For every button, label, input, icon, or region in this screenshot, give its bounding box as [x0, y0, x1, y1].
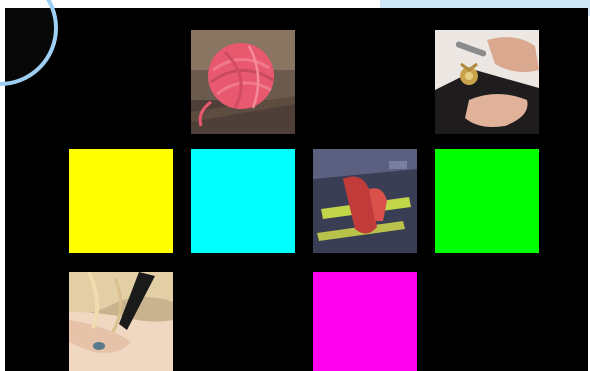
game-board	[5, 8, 588, 371]
tile-photo-yarn[interactable]	[191, 30, 295, 134]
tile-color-green[interactable]	[435, 149, 539, 253]
blonde-child-image	[69, 272, 173, 371]
tile-photo-firefighter[interactable]	[313, 149, 417, 253]
tile-color-yellow[interactable]	[69, 149, 173, 253]
tile-photo-child[interactable]	[69, 272, 173, 371]
tile-photo-medal[interactable]	[435, 30, 539, 134]
tile-color-cyan[interactable]	[191, 149, 295, 253]
firefighter-image	[313, 149, 417, 253]
game-screen	[0, 0, 590, 371]
yarn-ball-image	[191, 30, 295, 134]
hands-medal-image	[435, 30, 539, 134]
tile-color-magenta[interactable]	[313, 272, 417, 371]
